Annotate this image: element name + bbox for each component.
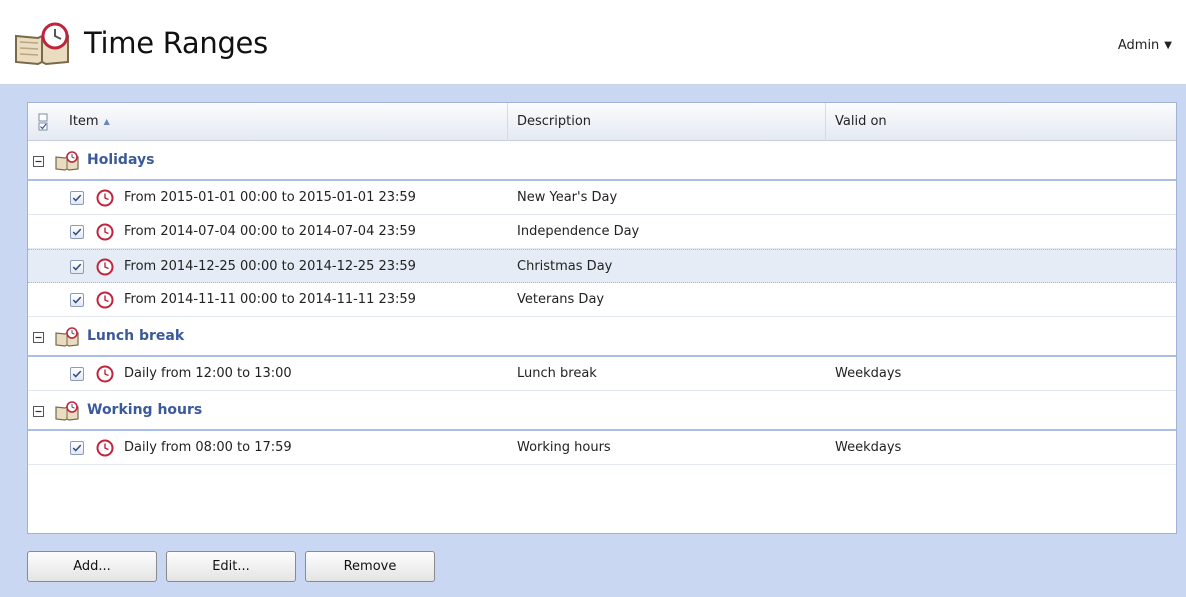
column-header-item[interactable]: Item ▲	[60, 103, 507, 141]
table-row[interactable]: From 2014-11-11 00:00 to 2014-11-11 23:5…	[28, 283, 1176, 317]
select-all-checkbox-icon[interactable]	[37, 113, 50, 131]
chevron-down-icon: ▼	[1164, 40, 1172, 51]
table-row[interactable]: From 2015-01-01 00:00 to 2015-01-01 23:5…	[28, 181, 1176, 215]
remove-button[interactable]: Remove	[305, 551, 435, 582]
row-range: From 2014-11-11 00:00 to 2014-11-11 23:5…	[124, 292, 416, 307]
clock-icon	[96, 223, 114, 241]
row-range: Daily from 08:00 to 17:59	[124, 440, 292, 455]
edit-button[interactable]: Edit...	[166, 551, 296, 582]
clock-icon	[96, 258, 114, 276]
row-range: Daily from 12:00 to 13:00	[124, 366, 292, 381]
clock-icon	[96, 439, 114, 457]
content-panel: Item ▲ Description Valid on Holidays From …	[0, 85, 1186, 597]
calendar-book-clock-icon	[55, 327, 79, 347]
column-header-item-label: Item	[69, 114, 99, 129]
group-row[interactable]: Lunch break	[28, 317, 1176, 357]
row-checkbox[interactable]	[70, 225, 84, 239]
row-description: Independence Day	[517, 224, 640, 239]
column-header-valid-on[interactable]: Valid on	[825, 103, 1175, 141]
row-range: From 2015-01-01 00:00 to 2015-01-01 23:5…	[124, 190, 416, 205]
collapse-minus-icon[interactable]	[33, 332, 44, 343]
clock-icon	[96, 189, 114, 207]
row-checkbox[interactable]	[70, 441, 84, 455]
row-description: Lunch break	[517, 366, 597, 381]
table-row[interactable]: Daily from 08:00 to 17:59 Working hours We…	[28, 431, 1176, 465]
grid-header: Item ▲ Description Valid on	[28, 103, 1176, 141]
group-row[interactable]: Working hours	[28, 391, 1176, 431]
clock-icon	[96, 365, 114, 383]
time-ranges-grid: Item ▲ Description Valid on Holidays From …	[27, 102, 1177, 534]
user-menu-label: Admin	[1117, 38, 1160, 53]
row-description: Working hours	[517, 440, 611, 455]
collapse-minus-icon[interactable]	[33, 156, 44, 167]
group-row[interactable]: Holidays	[28, 141, 1176, 181]
row-valid-on: Weekdays	[835, 366, 902, 381]
row-description: Veterans Day	[517, 292, 605, 307]
sort-ascending-icon: ▲	[103, 117, 110, 126]
clock-icon	[96, 291, 114, 309]
row-range: From 2014-07-04 00:00 to 2014-07-04 23:5…	[124, 224, 416, 239]
page-header: Time Ranges Admin ▼	[0, 0, 1186, 85]
collapse-minus-icon[interactable]	[33, 406, 44, 417]
row-checkbox[interactable]	[70, 191, 84, 205]
row-range: From 2014-12-25 00:00 to 2014-12-25 23:5…	[124, 259, 416, 274]
calendar-book-clock-icon	[15, 22, 69, 66]
row-checkbox[interactable]	[70, 260, 84, 274]
group-name: Working hours	[87, 402, 203, 418]
group-name: Holidays	[87, 152, 155, 168]
table-row[interactable]: From 2014-12-25 00:00 to 2014-12-25 23:5…	[28, 249, 1176, 283]
table-row[interactable]: From 2014-07-04 00:00 to 2014-07-04 23:5…	[28, 215, 1176, 249]
page-title: Time Ranges	[84, 26, 268, 60]
table-row[interactable]: Daily from 12:00 to 13:00 Lunch break Week…	[28, 357, 1176, 391]
calendar-book-clock-icon	[55, 401, 79, 421]
column-header-description[interactable]: Description	[507, 103, 825, 141]
row-checkbox[interactable]	[70, 367, 84, 381]
row-checkbox[interactable]	[70, 293, 84, 307]
add-button[interactable]: Add...	[27, 551, 157, 582]
row-description: Christmas Day	[517, 259, 613, 274]
calendar-book-clock-icon	[55, 151, 79, 171]
group-name: Lunch break	[87, 328, 185, 344]
row-valid-on: Weekdays	[835, 440, 902, 455]
user-menu[interactable]: Admin ▼	[1118, 38, 1172, 53]
row-description: New Year's Day	[517, 190, 618, 205]
